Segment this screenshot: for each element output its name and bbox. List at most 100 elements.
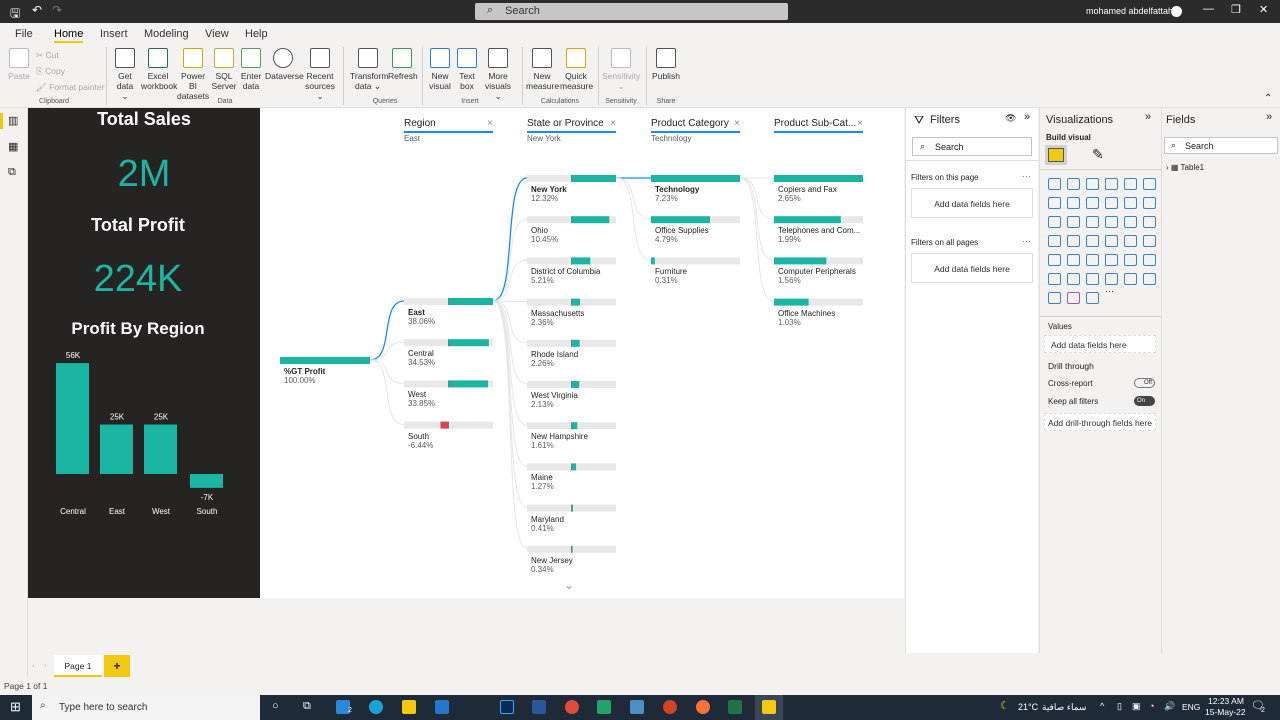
- visual-type-icon[interactable]: [1067, 178, 1080, 190]
- quick-measure-button[interactable]: Quick measure: [560, 48, 593, 91]
- more-options-icon[interactable]: ···: [1022, 171, 1031, 181]
- save-icon[interactable]: 🖫: [10, 4, 20, 25]
- dataverse-button[interactable]: Dataverse: [265, 48, 304, 81]
- field-table-item[interactable]: › ▦ Table1: [1166, 163, 1204, 172]
- bar-central[interactable]: [56, 363, 89, 474]
- cross-report-toggle[interactable]: Off: [1134, 378, 1155, 388]
- visual-type-icon[interactable]: [1143, 254, 1156, 266]
- visual-type-icon[interactable]: [1124, 235, 1137, 247]
- level-header-2[interactable]: Product Category ×: [651, 118, 740, 133]
- visual-type-icon[interactable]: [1048, 197, 1061, 209]
- collapse-ribbon-icon[interactable]: ⌃: [1264, 93, 1272, 104]
- excel-workbook-button[interactable]: Excel workbook: [141, 48, 177, 91]
- copy-button[interactable]: ⎘ Copy: [36, 66, 65, 76]
- get-data-button[interactable]: Get data ⌄: [112, 48, 138, 101]
- visual-type-icon[interactable]: [1143, 216, 1156, 228]
- powerbi-taskbar-button[interactable]: [755, 695, 783, 720]
- visual-type-icon[interactable]: [1105, 197, 1118, 209]
- redo-icon[interactable]: ↷: [52, 3, 62, 17]
- windows-start-icon[interactable]: ⊞: [10, 699, 21, 715]
- sql-server-button[interactable]: SQL Server: [211, 48, 237, 91]
- title-search-input[interactable]: ⌕ Search: [475, 3, 788, 20]
- collapse-filters-icon[interactable]: »: [1024, 111, 1030, 123]
- visual-type-icon[interactable]: [1124, 178, 1137, 190]
- bar-south[interactable]: [190, 474, 223, 488]
- report-view-icon[interactable]: ▥: [8, 114, 18, 127]
- fields-search-input[interactable]: ⌕ Search: [1164, 137, 1278, 154]
- visual-type-icon[interactable]: [1086, 178, 1099, 190]
- visual-type-icon[interactable]: [1143, 178, 1156, 190]
- page-tab-page1[interactable]: Page 1: [54, 655, 102, 677]
- visual-type-icon[interactable]: [1143, 197, 1156, 209]
- visual-type-icon[interactable]: [1143, 273, 1156, 285]
- visual-type-icon[interactable]: [1048, 235, 1061, 247]
- visual-type-icon[interactable]: [1086, 197, 1099, 209]
- tray-app-icon[interactable]: ▣: [1132, 701, 1141, 712]
- kpi-panel[interactable]: Total Sales 2M Total Profit 224K Profit …: [28, 108, 260, 598]
- publish-button[interactable]: Publish: [651, 48, 681, 81]
- cut-button[interactable]: ✂ Cut: [36, 50, 59, 60]
- edge-icon[interactable]: [369, 700, 383, 714]
- chrome-icon[interactable]: [565, 700, 579, 714]
- remove-level-icon[interactable]: ×: [487, 118, 493, 129]
- powerbi-datasets-button[interactable]: Power BI datasets: [177, 48, 209, 101]
- word-icon[interactable]: [532, 700, 546, 714]
- weather-text[interactable]: سماء صافية: [1042, 702, 1086, 713]
- avatar[interactable]: [1171, 6, 1182, 17]
- recent-sources-button[interactable]: Recent sources ⌄: [303, 48, 337, 101]
- menu-modeling[interactable]: Modeling: [144, 28, 189, 40]
- keep-all-filters-toggle[interactable]: On: [1134, 396, 1155, 406]
- visual-type-icon[interactable]: [1124, 254, 1137, 266]
- cortana-icon[interactable]: ○: [272, 700, 279, 712]
- visual-type-icon[interactable]: [1086, 292, 1099, 304]
- remove-level-icon[interactable]: ×: [734, 118, 740, 129]
- visual-type-icon[interactable]: [1067, 197, 1080, 209]
- drill-through-dropzone[interactable]: Add drill-through fields here: [1044, 413, 1156, 431]
- visual-type-icon[interactable]: [1143, 235, 1156, 247]
- taskbar-search-input[interactable]: ⌕ Type here to search: [32, 695, 260, 720]
- menu-view[interactable]: View: [205, 28, 229, 40]
- filters-search-input[interactable]: ⌕ Search: [912, 137, 1032, 156]
- visual-type-icon[interactable]: [1105, 235, 1118, 247]
- menu-home[interactable]: Home: [54, 28, 84, 43]
- transform-data-button[interactable]: Transform data ⌄: [350, 48, 388, 91]
- prev-page-icon[interactable]: ‹: [32, 661, 35, 670]
- clock-date[interactable]: 15-May-22: [1205, 707, 1246, 717]
- menu-file[interactable]: File: [15, 28, 33, 40]
- visual-type-icon[interactable]: [1067, 216, 1080, 228]
- meet-icon[interactable]: ▯: [1117, 701, 1122, 712]
- visual-type-icon[interactable]: [1067, 254, 1080, 266]
- visual-type-icon[interactable]: [1048, 254, 1061, 266]
- format-visual-icon[interactable]: ✎: [1092, 146, 1104, 163]
- decomposition-tree[interactable]: [260, 108, 904, 598]
- new-visual-button[interactable]: New visual: [428, 48, 452, 91]
- clock-time[interactable]: 12:23 AM: [1208, 696, 1244, 706]
- visual-type-icon[interactable]: [1048, 178, 1061, 190]
- visual-type-icon[interactable]: [1105, 254, 1118, 266]
- visual-type-icon[interactable]: [1067, 273, 1080, 285]
- more-visuals-button[interactable]: More visuals ⌄: [481, 48, 515, 101]
- collapse-fields-icon[interactable]: »: [1266, 111, 1272, 123]
- level-header-0[interactable]: Region ×: [404, 118, 493, 133]
- profit-by-region-chart[interactable]: 56K Central 25K East 25K West -7K South: [28, 338, 260, 528]
- visual-type-icon[interactable]: [1124, 273, 1137, 285]
- values-dropzone[interactable]: Add data fields here: [1044, 335, 1156, 353]
- filters-page-dropzone[interactable]: Add data fields here: [911, 188, 1033, 218]
- text-box-button[interactable]: Text box: [456, 48, 478, 91]
- photoshop-icon[interactable]: [500, 700, 514, 714]
- minimize-icon[interactable]: —: [1203, 3, 1214, 15]
- sensitivity-button[interactable]: Sensitivity ⌄: [602, 48, 640, 91]
- file-explorer-icon[interactable]: [402, 700, 416, 714]
- maximize-icon[interactable]: ❐: [1231, 3, 1241, 16]
- refresh-button[interactable]: Refresh: [388, 48, 418, 81]
- collapse-viz-icon[interactable]: »: [1145, 111, 1151, 123]
- language-indicator[interactable]: ENG: [1182, 702, 1200, 712]
- bar-east[interactable]: [100, 424, 133, 475]
- vscode-icon[interactable]: [435, 700, 449, 714]
- level-header-1[interactable]: State or Province ×: [527, 118, 616, 133]
- visual-type-icon[interactable]: [1086, 254, 1099, 266]
- new-measure-button[interactable]: New measure: [526, 48, 559, 91]
- remove-level-icon[interactable]: ×: [610, 118, 616, 129]
- visual-type-icon[interactable]: [1048, 216, 1061, 228]
- excel-icon[interactable]: [728, 700, 742, 714]
